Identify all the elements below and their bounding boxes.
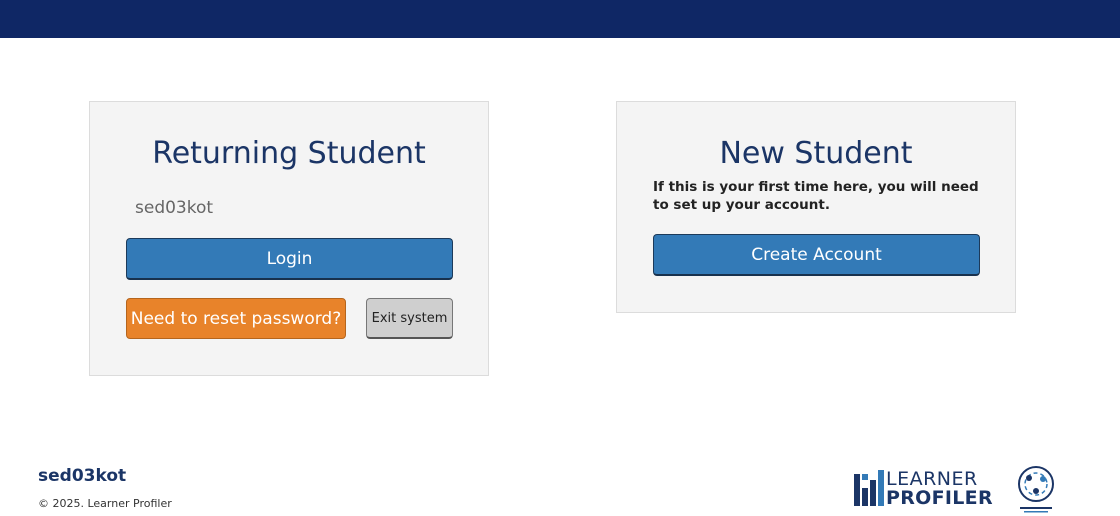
logo-text-line2: PROFILER xyxy=(886,487,993,509)
username-display: sed03kot xyxy=(135,198,214,218)
college-seal-icon xyxy=(1018,466,1054,513)
learner-profiler-logo: LEARNER PROFILER xyxy=(854,468,993,509)
top-bar xyxy=(0,0,1120,38)
exit-system-button[interactable]: Exit system xyxy=(366,298,453,339)
reset-password-button[interactable]: Need to reset password? xyxy=(126,298,346,339)
returning-student-title: Returning Student xyxy=(152,136,426,171)
new-student-panel: New Student If this is your first time h… xyxy=(616,101,1016,313)
login-button[interactable]: Login xyxy=(126,238,453,280)
returning-student-panel: Returning Student sed03kot Login Need to… xyxy=(89,101,489,376)
new-student-description: If this is your first time here, you wil… xyxy=(653,179,979,213)
create-account-button[interactable]: Create Account xyxy=(653,234,980,276)
new-student-title: New Student xyxy=(719,136,913,171)
footer-copyright: © 2025. Learner Profiler xyxy=(38,497,172,510)
logo-bars-icon xyxy=(854,470,884,506)
footer-username: sed03kot xyxy=(38,466,127,486)
